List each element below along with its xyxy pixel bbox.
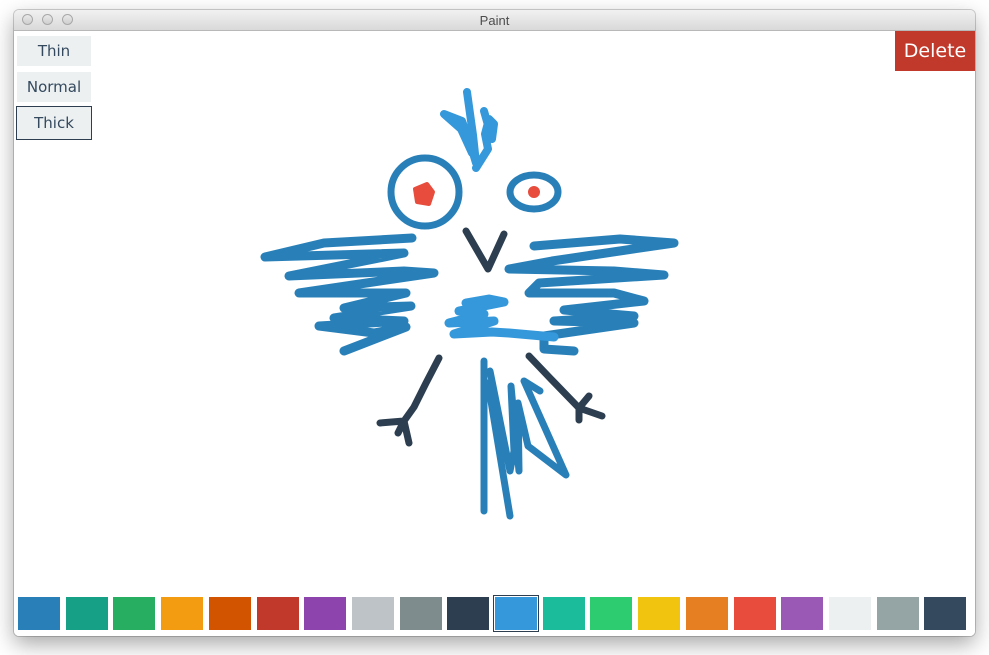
normal-width-button[interactable]: Normal xyxy=(17,72,91,102)
paint-window: Paint Thin Normal Thick Delete xyxy=(14,10,975,636)
delete-button[interactable]: Delete xyxy=(895,31,975,71)
left-leg-stroke xyxy=(376,354,443,447)
color-swatch[interactable] xyxy=(734,597,776,630)
color-swatch[interactable] xyxy=(257,597,299,630)
color-swatch[interactable] xyxy=(18,597,60,630)
color-swatch[interactable] xyxy=(66,597,108,630)
crest-stroke xyxy=(440,88,498,172)
thick-width-button[interactable]: Thick xyxy=(16,106,92,140)
color-swatch[interactable] xyxy=(590,597,632,630)
color-swatch[interactable] xyxy=(877,597,919,630)
breast-stroke xyxy=(444,294,559,342)
window-title: Paint xyxy=(479,13,510,28)
drawing-canvas[interactable]: Thin Normal Thick Delete xyxy=(14,31,975,636)
color-swatch[interactable] xyxy=(829,597,871,630)
color-swatch[interactable] xyxy=(209,597,251,630)
color-swatch[interactable] xyxy=(543,597,585,630)
color-swatch[interactable] xyxy=(400,597,442,630)
color-swatch[interactable] xyxy=(924,597,966,630)
beak-stroke xyxy=(462,227,508,273)
color-swatch[interactable] xyxy=(781,597,823,630)
right-eye-pupil xyxy=(528,186,540,198)
thin-width-button[interactable]: Thin xyxy=(17,36,91,66)
left-wing-stroke xyxy=(260,233,439,356)
color-swatch[interactable] xyxy=(161,597,203,630)
color-swatch[interactable] xyxy=(638,597,680,630)
title-bar: Paint xyxy=(14,10,975,31)
color-swatch[interactable] xyxy=(304,597,346,630)
color-palette xyxy=(18,595,974,633)
color-swatch[interactable] xyxy=(447,597,489,630)
color-swatch[interactable] xyxy=(352,597,394,630)
color-swatch[interactable] xyxy=(113,597,155,630)
left-eye-pupil xyxy=(413,182,435,206)
color-swatch[interactable] xyxy=(686,597,728,630)
bird-drawing xyxy=(260,88,679,520)
color-swatch[interactable] xyxy=(493,595,539,632)
